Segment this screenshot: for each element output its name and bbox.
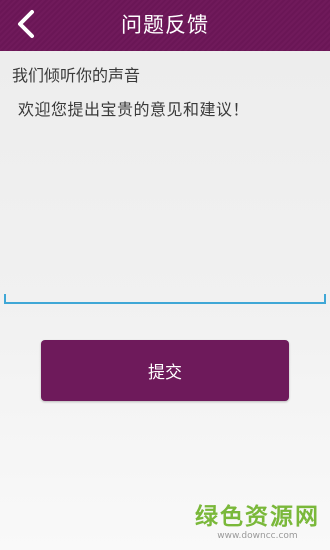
watermark: 绿色资源网 www.downcc.com bbox=[195, 503, 320, 542]
watermark-url: www.downcc.com bbox=[217, 531, 298, 541]
input-underline-left-edge bbox=[4, 294, 6, 304]
submit-button[interactable]: 提交 bbox=[41, 340, 289, 401]
title-bar: 问题反馈 bbox=[0, 0, 330, 51]
watermark-logo-text: 绿色资源网 bbox=[195, 504, 320, 530]
feedback-subtitle: 我们倾听你的声音 bbox=[12, 66, 141, 85]
page-title: 问题反馈 bbox=[121, 13, 209, 37]
feedback-input[interactable] bbox=[4, 88, 326, 304]
input-underline-right-edge bbox=[324, 294, 326, 304]
